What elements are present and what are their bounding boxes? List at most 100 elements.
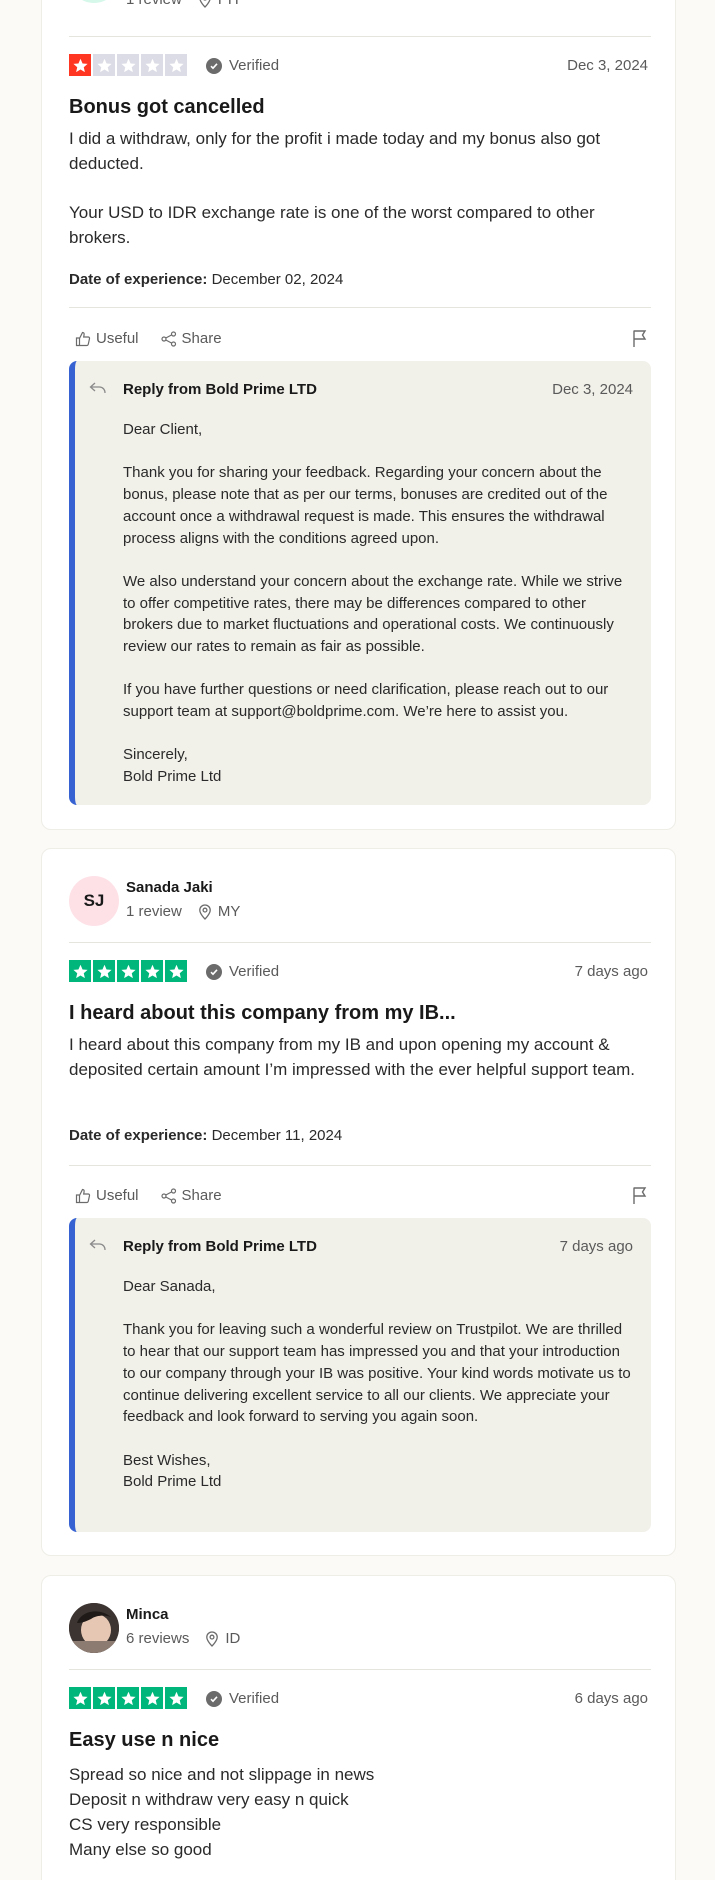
divider (69, 942, 651, 943)
reply-date: 7 days ago (559, 1238, 633, 1255)
share-button[interactable]: Share (160, 330, 222, 347)
divider (69, 36, 651, 37)
star-icon (93, 54, 115, 76)
star-icon (117, 1687, 139, 1709)
star-icon (141, 960, 163, 982)
experience-label: Date of experience: (69, 271, 208, 288)
star-icon (117, 54, 139, 76)
review-date: 7 days ago (574, 963, 648, 980)
company-reply: Reply from Bold Prime LTD Dec 3, 2024 De… (69, 361, 651, 805)
reply-paragraph: Dear Client, (123, 421, 203, 438)
review-card: SJ Sanada Jaki 1 review MY Verified 7 da… (41, 848, 676, 1556)
reply-paragraph: Sincerely, Bold Prime Ltd (123, 746, 222, 786)
star-rating (69, 960, 187, 982)
experience-date: December 11, 2024 (211, 1127, 343, 1144)
verified-check-icon (206, 963, 222, 980)
review-body: I heard about this company from my IB an… (69, 1032, 651, 1082)
date-of-experience: Date of experience: December 11, 2024 (69, 1127, 342, 1144)
star-rating (69, 1687, 187, 1709)
flag-icon[interactable] (632, 1186, 648, 1210)
reply-title: Reply from Bold Prime LTD (123, 381, 317, 398)
review-card: 1 review PH Verified Dec 3, 2024 Bonus g… (41, 0, 676, 830)
star-icon (165, 1687, 187, 1709)
review-actions: Useful Share (75, 1187, 244, 1204)
reply-paragraph: Thank you for leaving such a wonderful r… (123, 1321, 631, 1426)
reviewer-name[interactable]: Minca (126, 1606, 169, 1623)
verified-check-icon (206, 1690, 222, 1707)
verified-badge[interactable]: Verified (206, 57, 279, 74)
reviewer-meta: 1 review PH (126, 0, 239, 8)
thumbs-up-icon (75, 1188, 91, 1203)
avatar-photo (69, 1603, 119, 1653)
location-pin-icon (205, 1630, 219, 1647)
share-icon (160, 1187, 176, 1204)
reply-paragraph: We also understand your concern about th… (123, 572, 623, 655)
review-body-paragraph: Your USD to IDR exchange rate is one of … (69, 203, 595, 247)
star-icon (141, 54, 163, 76)
review-count: 6 reviews (126, 1630, 190, 1647)
location-pin-icon (198, 0, 212, 8)
reply-paragraph: Thank you for sharing your feedback. Reg… (123, 464, 608, 547)
review-date: Dec 3, 2024 (567, 57, 648, 74)
flag-icon[interactable] (632, 329, 648, 353)
star-icon (165, 54, 187, 76)
star-icon (117, 960, 139, 982)
review-body: I did a withdraw, only for the profit i … (69, 126, 651, 250)
review-body: Spread so nice and not slippage in news … (69, 1762, 651, 1862)
verified-label: Verified (229, 1690, 280, 1707)
review-title[interactable]: Easy use n nice (69, 1729, 219, 1752)
verified-label: Verified (229, 57, 280, 74)
location-pin-icon (198, 903, 212, 920)
reply-arrow-icon (89, 381, 107, 400)
star-icon (93, 960, 115, 982)
review-title[interactable]: I heard about this company from my IB... (69, 1002, 456, 1025)
divider (69, 1669, 651, 1670)
useful-button[interactable]: Useful (75, 1187, 139, 1204)
useful-label: Useful (96, 330, 139, 347)
reviewer-country: MY (217, 903, 241, 920)
star-rating (69, 54, 187, 76)
useful-button[interactable]: Useful (75, 330, 139, 347)
review-body-paragraph: I did a withdraw, only for the profit i … (69, 129, 601, 173)
reviewer-meta: 1 review MY (126, 903, 240, 920)
review-count: 1 review (126, 903, 182, 920)
review-date: 6 days ago (574, 1690, 648, 1707)
reply-paragraph: If you have further questions or need cl… (123, 681, 609, 721)
reviewer-name[interactable]: Sanada Jaki (126, 879, 213, 896)
review-body-paragraph: I heard about this company from my IB an… (69, 1035, 636, 1079)
reviewer-meta: 6 reviews ID (126, 1630, 240, 1647)
reply-paragraph: Best Wishes, Bold Prime Ltd (123, 1451, 222, 1491)
avatar[interactable]: SJ (69, 876, 119, 926)
experience-date: December 02, 2024 (211, 271, 344, 288)
avatar[interactable] (69, 1603, 119, 1653)
review-actions: Useful Share (75, 330, 244, 347)
star-icon (93, 1687, 115, 1709)
verified-check-icon (206, 57, 222, 74)
reviewer-country: PH (218, 0, 239, 8)
thumbs-up-icon (75, 331, 91, 346)
star-icon (69, 1687, 91, 1709)
share-icon (160, 330, 176, 347)
star-icon (69, 960, 91, 982)
reply-paragraph: Dear Sanada, (123, 1278, 216, 1295)
reply-body: Dear Sanada, Thank you for leaving such … (123, 1276, 635, 1493)
review-title[interactable]: Bonus got cancelled (69, 96, 265, 119)
experience-label: Date of experience: (69, 1127, 208, 1144)
avatar[interactable] (69, 0, 119, 3)
reply-body: Dear Client, Thank you for sharing your … (123, 419, 635, 788)
review-card: Minca 6 reviews ID Verified 6 days ago E… (41, 1575, 676, 1880)
reviewer-country: ID (225, 1630, 241, 1647)
avatar-initials: SJ (83, 891, 105, 910)
reply-date: Dec 3, 2024 (552, 381, 633, 398)
divider (69, 1165, 651, 1166)
verified-label: Verified (229, 963, 280, 980)
useful-label: Useful (96, 1187, 139, 1204)
divider (69, 307, 651, 308)
verified-badge[interactable]: Verified (206, 963, 279, 980)
verified-badge[interactable]: Verified (206, 1690, 279, 1707)
share-button[interactable]: Share (160, 1187, 222, 1204)
share-label: Share (181, 1187, 222, 1204)
star-icon (165, 960, 187, 982)
reply-title: Reply from Bold Prime LTD (123, 1238, 317, 1255)
star-icon (141, 1687, 163, 1709)
